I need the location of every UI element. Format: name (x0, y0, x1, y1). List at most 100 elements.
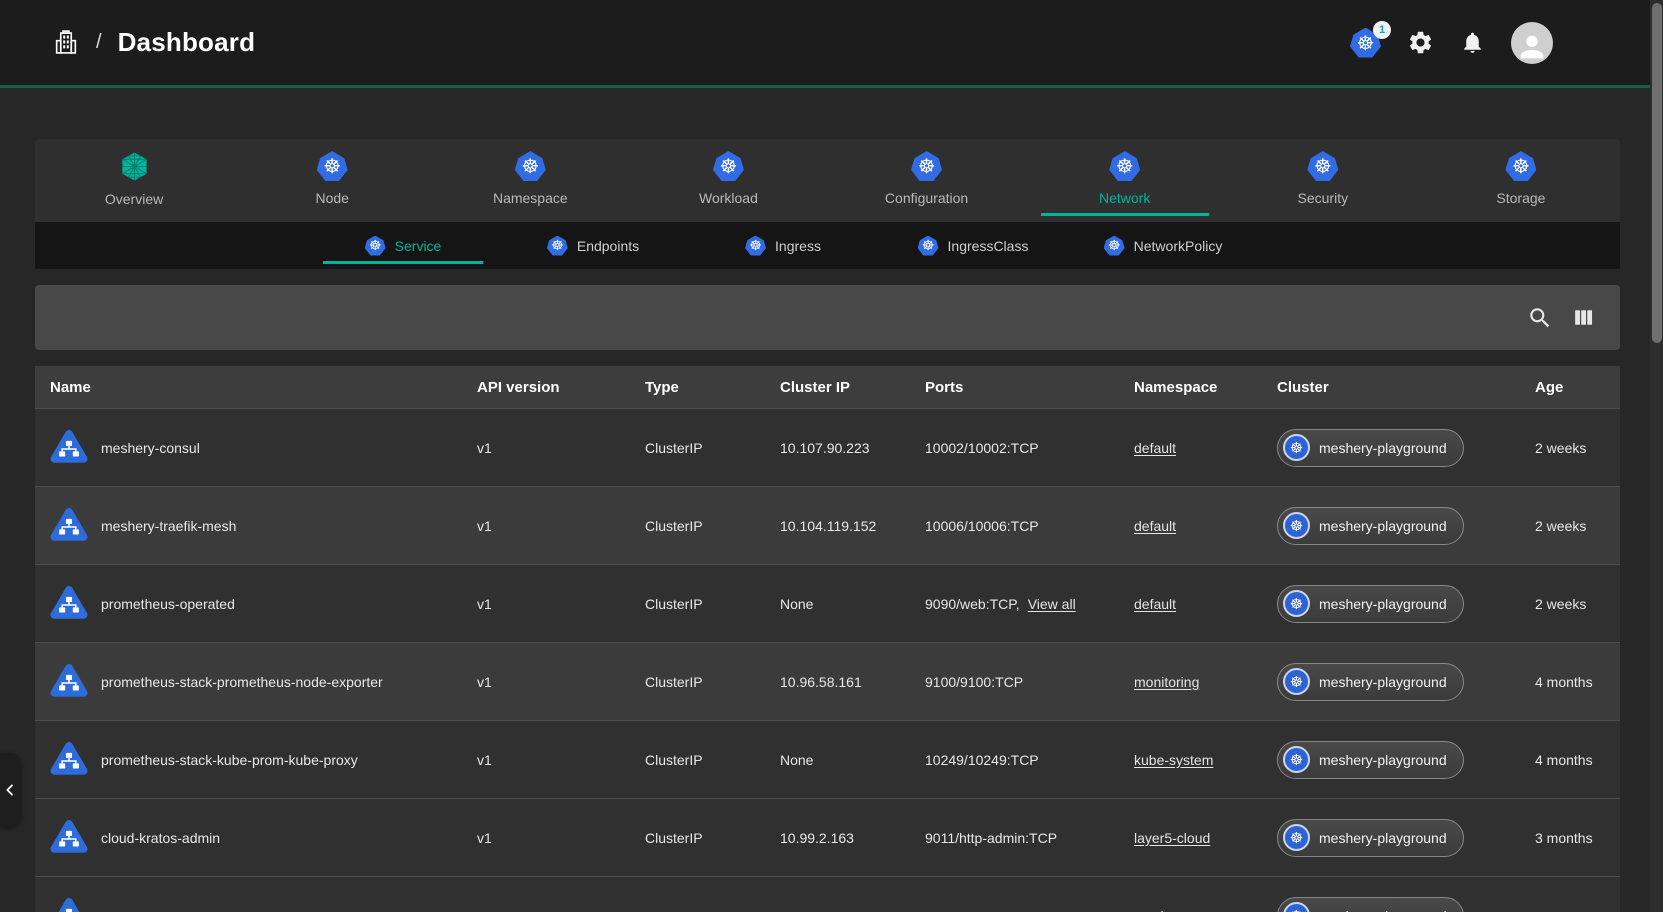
service-icon (50, 897, 88, 912)
column-header[interactable]: Ports (925, 379, 1134, 396)
kubernetes-icon: ☸ (1505, 151, 1536, 181)
ports-cell: 10006/10006:TCP (925, 518, 1134, 534)
view-columns-icon[interactable] (1571, 305, 1596, 330)
kubernetes-icon: ☸ (515, 151, 546, 181)
scrollbar-thumb[interactable] (1652, 3, 1662, 343)
cluster-cell: ☸ meshery-playground (1277, 897, 1535, 912)
kubernetes-context-button[interactable]: ☸ 1 (1350, 28, 1381, 58)
cluster-chip[interactable]: ☸ meshery-playground (1277, 507, 1464, 545)
kubernetes-icon: ☸ (1283, 668, 1310, 695)
namespace-cell: monitoring (1134, 674, 1277, 690)
main-tab[interactable]: ☸ Workload (629, 139, 827, 222)
organization-building-icon[interactable] (52, 28, 80, 58)
age-cell: 2 weeks (1535, 596, 1620, 612)
age-cell: 2 weeks (1535, 518, 1620, 534)
namespace-link[interactable]: monitoring (1134, 674, 1199, 690)
cluster-ip-cell: 10.99.2.163 (780, 830, 925, 846)
type-cell: ClusterIP (645, 674, 780, 690)
cluster-name: meshery-playground (1319, 518, 1447, 534)
sub-tab[interactable]: ☸ Endpoints (498, 222, 688, 269)
cluster-ip-cell: None (780, 752, 925, 768)
type-cell: ClusterIP (645, 518, 780, 534)
column-header[interactable]: API version (477, 379, 645, 396)
sub-tab-label: IngressClass (948, 238, 1029, 254)
ports-value: 10249/10249:TCP (925, 752, 1039, 768)
table-row[interactable]: prometheus-stack-prometheus-node-exporte… (35, 642, 1620, 720)
cluster-chip[interactable]: ☸ meshery-playground (1277, 741, 1464, 779)
service-name: prometheus-operated (101, 596, 235, 612)
namespace-cell: meshery (1134, 908, 1277, 912)
main-tab[interactable]: ☸ Network (1026, 139, 1224, 222)
cluster-name: meshery-playground (1319, 908, 1447, 912)
column-header[interactable]: Cluster (1277, 379, 1535, 396)
type-cell: ClusterIP (645, 752, 780, 768)
user-avatar[interactable] (1511, 22, 1553, 64)
collapse-panel-handle[interactable] (0, 753, 20, 827)
main-tab[interactable]: ☸ Namespace (431, 139, 629, 222)
column-header[interactable]: Cluster IP (780, 379, 925, 396)
service-icon (50, 585, 88, 623)
settings-gear-icon[interactable] (1407, 29, 1434, 56)
table-row[interactable]: meshery ☸ meshery-playground (35, 876, 1620, 912)
sub-tab[interactable]: ☸ IngressClass (878, 222, 1068, 269)
api-version-cell: v1 (477, 752, 645, 768)
namespace-link[interactable]: default (1134, 518, 1176, 534)
cluster-chip[interactable]: ☸ meshery-playground (1277, 897, 1464, 912)
meshery-mesh-icon (119, 151, 150, 182)
age-cell: 2 weeks (1535, 440, 1620, 456)
breadcrumb-separator: / (96, 31, 102, 54)
notifications-bell-icon[interactable] (1460, 30, 1485, 55)
cluster-chip[interactable]: ☸ meshery-playground (1277, 429, 1464, 467)
cluster-chip[interactable]: ☸ meshery-playground (1277, 585, 1464, 623)
namespace-link[interactable]: meshery (1134, 908, 1188, 912)
sub-tab[interactable]: ☸ NetworkPolicy (1068, 222, 1258, 269)
sub-tab[interactable]: ☸ Service (308, 222, 498, 269)
main-tab-label: Overview (105, 191, 163, 207)
kubernetes-icon: ☸ (365, 236, 386, 256)
search-icon[interactable] (1527, 305, 1553, 331)
view-all-link[interactable]: View all (1028, 596, 1076, 612)
sub-tab[interactable]: ☸ Ingress (688, 222, 878, 269)
table-row[interactable]: cloud-kratos-admin v1 ClusterIP 10.99.2.… (35, 798, 1620, 876)
main-tab[interactable]: ☸ Security (1224, 139, 1422, 222)
ports-cell: 9100/9100:TCP (925, 674, 1134, 690)
cluster-name: meshery-playground (1319, 440, 1447, 456)
table-toolbar (35, 285, 1620, 350)
kubernetes-icon: ☸ (713, 151, 744, 181)
kubernetes-icon: ☸ (1104, 236, 1125, 256)
cluster-name: meshery-playground (1319, 830, 1447, 846)
namespace-link[interactable]: default (1134, 596, 1176, 612)
main-tab-label: Security (1298, 190, 1349, 206)
main-tab[interactable]: Overview (35, 139, 233, 222)
column-header[interactable]: Age (1535, 379, 1620, 396)
sub-tab-label: Service (395, 238, 442, 254)
main-tab[interactable]: ☸ Storage (1422, 139, 1620, 222)
main-tab-label: Configuration (885, 190, 968, 206)
age-cell: 3 months (1535, 830, 1620, 846)
main-tab[interactable]: ☸ Node (233, 139, 431, 222)
column-header[interactable]: Namespace (1134, 379, 1277, 396)
table-row[interactable]: prometheus-operated v1 ClusterIP None 90… (35, 564, 1620, 642)
table-row[interactable]: meshery-consul v1 ClusterIP 10.107.90.22… (35, 408, 1620, 486)
ports-value: 10002/10002:TCP (925, 440, 1039, 456)
cluster-cell: ☸ meshery-playground (1277, 663, 1535, 701)
cluster-name: meshery-playground (1319, 596, 1447, 612)
namespace-link[interactable]: layer5-cloud (1134, 830, 1210, 846)
cluster-ip-cell: 10.107.90.223 (780, 440, 925, 456)
cluster-cell: ☸ meshery-playground (1277, 585, 1535, 623)
main-tab-label: Network (1099, 190, 1150, 206)
cluster-cell: ☸ meshery-playground (1277, 507, 1535, 545)
service-icon (50, 741, 88, 779)
cluster-chip[interactable]: ☸ meshery-playground (1277, 819, 1464, 857)
cluster-chip[interactable]: ☸ meshery-playground (1277, 663, 1464, 701)
column-header[interactable]: Name (50, 379, 477, 396)
table-row[interactable]: prometheus-stack-kube-prom-kube-proxy v1… (35, 720, 1620, 798)
namespace-link[interactable]: kube-system (1134, 752, 1213, 768)
table-row[interactable]: meshery-traefik-mesh v1 ClusterIP 10.104… (35, 486, 1620, 564)
api-version-cell: v1 (477, 596, 645, 612)
column-header[interactable]: Type (645, 379, 780, 396)
namespace-link[interactable]: default (1134, 440, 1176, 456)
main-tab[interactable]: ☸ Configuration (828, 139, 1026, 222)
ports-cell: 10249/10249:TCP (925, 752, 1134, 768)
cluster-name: meshery-playground (1319, 674, 1447, 690)
